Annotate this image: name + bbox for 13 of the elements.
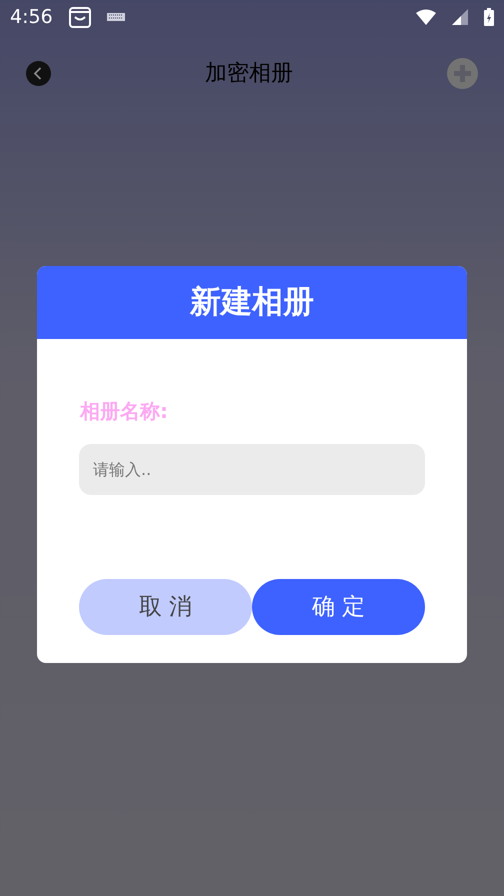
status-time: 4:56 [10,4,53,30]
battery-icon [484,8,494,26]
store-icon [68,6,91,28]
name-input[interactable]: 请输入.. [79,444,425,495]
cancel-button[interactable]: 取 消 [79,579,252,635]
page-title: 加密相册 [205,60,293,88]
wifi-icon [416,9,436,25]
signal-icon [452,9,468,25]
field-label: 相册名称: [80,398,169,425]
dialog-title: 新建相册 [37,266,467,339]
keyboard-icon [106,13,125,21]
confirm-button[interactable]: 确 定 [252,579,425,635]
back-icon[interactable] [26,60,51,86]
